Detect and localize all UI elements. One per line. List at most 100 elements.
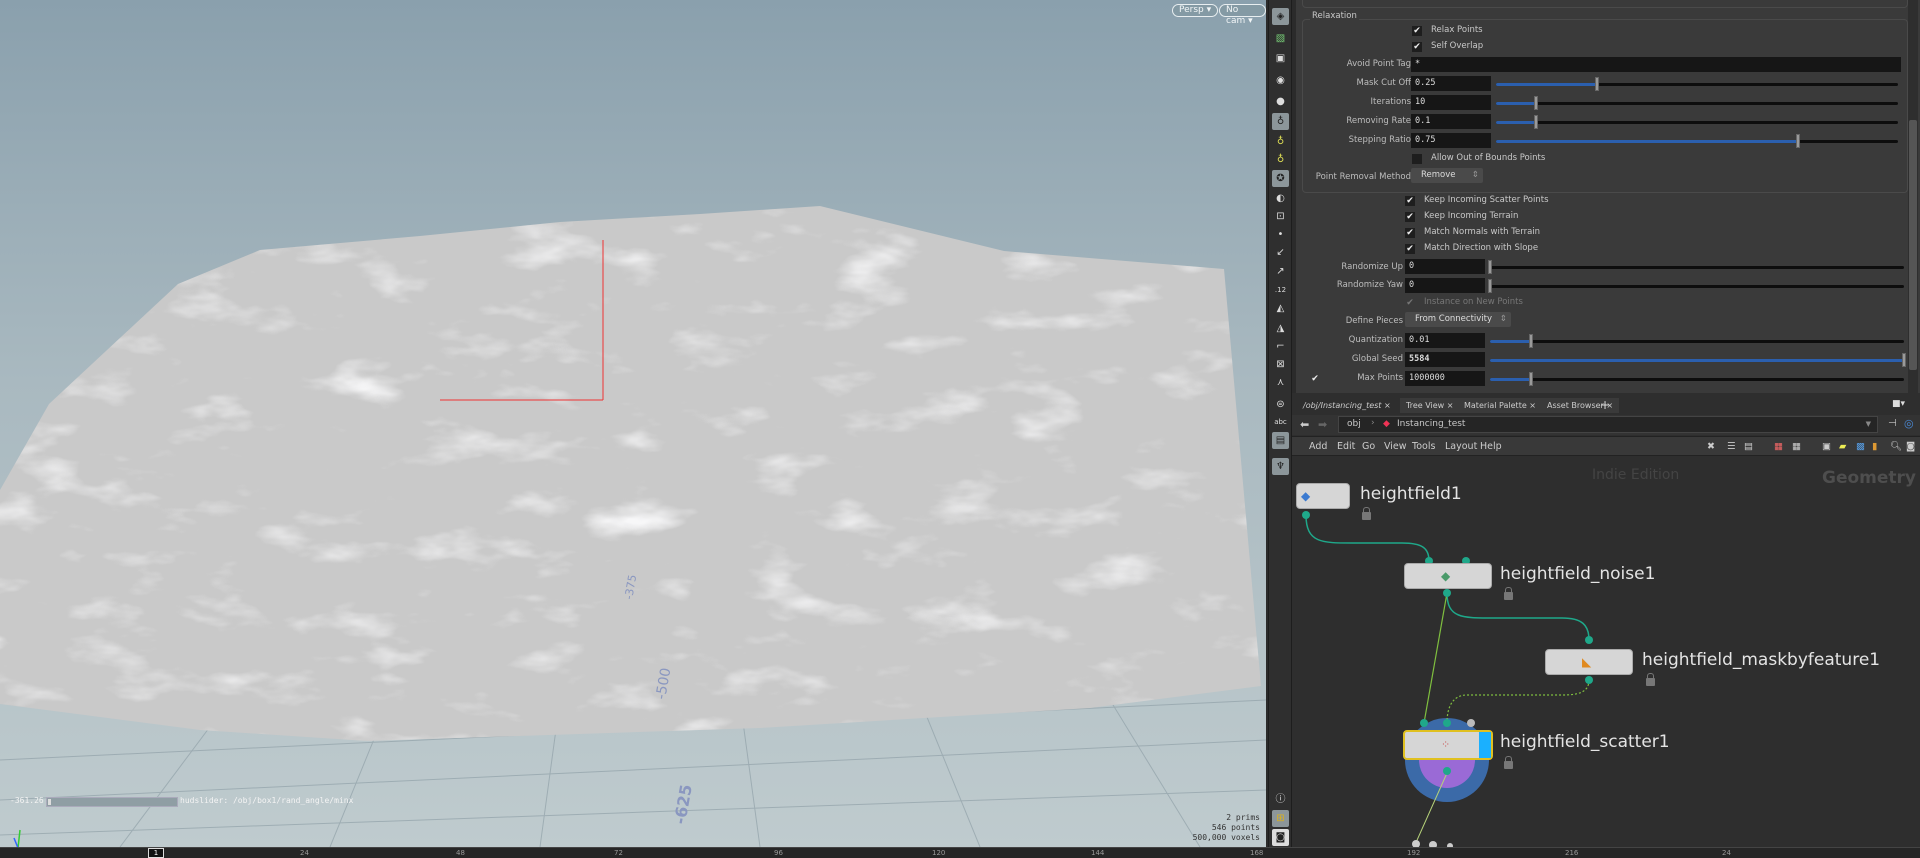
match-direction-checkbox[interactable]: ✔ — [1405, 244, 1415, 254]
node-label[interactable]: heightfield_noise1 — [1500, 564, 1655, 584]
lock-camera-icon[interactable]: ▣ — [1272, 50, 1289, 67]
vertex-display-icon[interactable]: ◭ — [1272, 300, 1289, 317]
slider-handle[interactable] — [1534, 96, 1539, 110]
slider-handle[interactable] — [1488, 260, 1492, 274]
visibility-icon[interactable]: ◐ — [1272, 190, 1289, 207]
point-numbers-icon[interactable]: .12 — [1272, 282, 1289, 299]
randomize-up-field[interactable]: 0 — [1405, 259, 1485, 274]
bounding-box-icon[interactable]: ⊠ — [1272, 356, 1289, 373]
keep-incoming-scatter-label: Keep Incoming Scatter Points — [1424, 195, 1549, 205]
info-icon[interactable]: ⓘ — [1272, 791, 1289, 808]
randomize-yaw-field[interactable]: 0 — [1405, 278, 1485, 293]
global-seed-slider[interactable] — [1490, 353, 1906, 367]
snapshot-icon[interactable]: ◙ — [1272, 829, 1289, 846]
hud-slider-value: -361.26 — [10, 796, 44, 805]
slider-handle[interactable] — [1529, 372, 1534, 386]
point-removal-method-label: Point Removal Method — [1315, 172, 1411, 182]
point-display-icon[interactable]: • — [1272, 226, 1289, 243]
node-heightfield1[interactable]: ◆ — [1296, 483, 1350, 509]
allow-out-of-bounds-checkbox[interactable] — [1412, 154, 1422, 164]
max-points-field[interactable]: 1000000 — [1405, 371, 1485, 386]
light-shadow-icon[interactable]: ♁ — [1272, 151, 1289, 168]
instance-on-new-points-checkbox[interactable]: ✔ — [1405, 298, 1415, 308]
display-options-icon[interactable]: ◈ — [1272, 8, 1289, 25]
lock-icon[interactable] — [1646, 673, 1655, 686]
mask-cut-off-slider[interactable] — [1496, 77, 1898, 91]
max-points-slider[interactable] — [1490, 372, 1904, 386]
slider-handle[interactable] — [1529, 334, 1534, 348]
node-heightfield-maskbyfeature1[interactable]: ◣ — [1545, 649, 1633, 675]
previous-group-box — [1302, 0, 1908, 8]
quantization-field[interactable]: 0.01 — [1405, 333, 1485, 348]
randomize-up-slider[interactable] — [1488, 260, 1904, 274]
mask-cut-off-field[interactable]: 0.25 — [1411, 76, 1491, 91]
wire — [1446, 592, 1590, 641]
scrollbar-thumb[interactable] — [1909, 120, 1917, 370]
pin-icon[interactable]: ♆ — [1272, 458, 1289, 475]
keep-incoming-terrain-checkbox[interactable]: ✔ — [1405, 212, 1415, 222]
removing-rate-slider[interactable] — [1496, 115, 1898, 129]
timeline-tick: 144 — [1091, 849, 1105, 857]
background-image-icon[interactable]: ▤ — [1272, 432, 1289, 449]
define-pieces-menu[interactable]: From Connectivity ⇕ — [1405, 312, 1511, 327]
display-flag[interactable] — [1479, 732, 1491, 758]
removing-rate-label: Removing Rate — [1346, 116, 1411, 126]
handles-icon[interactable]: ⋏ — [1272, 374, 1289, 391]
shading-icon[interactable]: ● — [1272, 93, 1289, 110]
view-persp-menu[interactable]: Persp ▾ — [1172, 4, 1219, 17]
hud-slider-handle[interactable] — [48, 799, 51, 805]
lock-icon[interactable] — [1362, 507, 1371, 520]
iterations-field[interactable]: 10 — [1411, 95, 1491, 110]
slider-handle[interactable] — [1534, 115, 1539, 129]
ambient-occlusion-icon[interactable]: ✪ — [1272, 170, 1289, 187]
current-frame-marker[interactable]: 1 — [148, 848, 164, 858]
template-icon[interactable]: ⊡ — [1272, 208, 1289, 225]
point-normal-icon[interactable]: ↙ — [1272, 244, 1289, 261]
wireframe-icon[interactable]: ⊜ — [1272, 396, 1289, 413]
headlight-icon[interactable]: ◉ — [1272, 72, 1289, 89]
point-removal-method-menu[interactable]: Remove ⇕ — [1411, 168, 1483, 183]
ghost-icon[interactable]: ▧ — [1272, 30, 1289, 47]
camera-menu[interactable]: No cam ▾ — [1219, 4, 1266, 26]
slider-handle[interactable] — [1902, 353, 1906, 367]
avoid-point-tag-field[interactable]: * — [1411, 57, 1901, 72]
scene-viewport[interactable]: -375 -500 -625 Persp ▾ No cam ▾ -361.26 … — [0, 0, 1266, 847]
timeline[interactable]: 1 24 48 72 96 120 144 168 192 216 24 — [0, 847, 1920, 858]
hud-slider[interactable] — [46, 797, 178, 807]
wire — [1446, 679, 1590, 724]
node-label[interactable]: heightfield_scatter1 — [1500, 732, 1670, 752]
node-heightfield-noise1[interactable]: ◆ — [1404, 563, 1492, 589]
removing-rate-field[interactable]: 0.1 — [1411, 114, 1491, 129]
node-heightfield-scatter1[interactable]: ⁘ — [1403, 730, 1493, 760]
randomize-yaw-slider[interactable] — [1488, 279, 1904, 293]
relax-points-checkbox[interactable]: ✔ — [1412, 26, 1422, 36]
light-icon[interactable]: ♁ — [1272, 133, 1289, 150]
prim-normal-icon[interactable]: ↗ — [1272, 263, 1289, 280]
node-label[interactable]: heightfield1 — [1360, 484, 1462, 504]
slider-handle[interactable] — [1795, 134, 1800, 148]
lock-icon[interactable] — [1504, 756, 1513, 769]
keep-incoming-scatter-checkbox[interactable]: ✔ — [1405, 196, 1415, 206]
lock-icon[interactable] — [1504, 587, 1513, 600]
match-normals-checkbox[interactable]: ✔ — [1405, 228, 1415, 238]
camera-menu-label: No cam — [1226, 5, 1246, 26]
slider-handle[interactable] — [1594, 77, 1599, 91]
stepping-ratio-field[interactable]: 0.75 — [1411, 133, 1491, 148]
stepping-ratio-label: Stepping Ratio — [1348, 135, 1411, 145]
output-connector — [1443, 767, 1451, 775]
uv-border-icon[interactable]: ⌐ — [1272, 338, 1289, 355]
stepping-ratio-slider[interactable] — [1496, 134, 1898, 148]
viewport-canvas: -375 -500 -625 — [0, 0, 1266, 847]
iterations-slider[interactable] — [1496, 96, 1898, 110]
self-overlap-checkbox[interactable]: ✔ — [1412, 42, 1422, 52]
global-seed-field[interactable]: 5584 — [1405, 352, 1485, 367]
prim-numbers-icon[interactable]: ◮ — [1272, 320, 1289, 337]
node-label[interactable]: heightfield_maskbyfeature1 — [1642, 650, 1880, 670]
labels-abc-icon[interactable]: abc — [1272, 414, 1289, 431]
lighting-icon[interactable]: ♁ — [1272, 113, 1289, 130]
quad-view-icon[interactable]: ⊞ — [1272, 810, 1289, 827]
slider-handle[interactable] — [1488, 279, 1492, 293]
parameter-scrollbar[interactable] — [1908, 0, 1918, 393]
quantization-slider[interactable] — [1490, 334, 1904, 348]
slider-fill — [1490, 340, 1532, 343]
